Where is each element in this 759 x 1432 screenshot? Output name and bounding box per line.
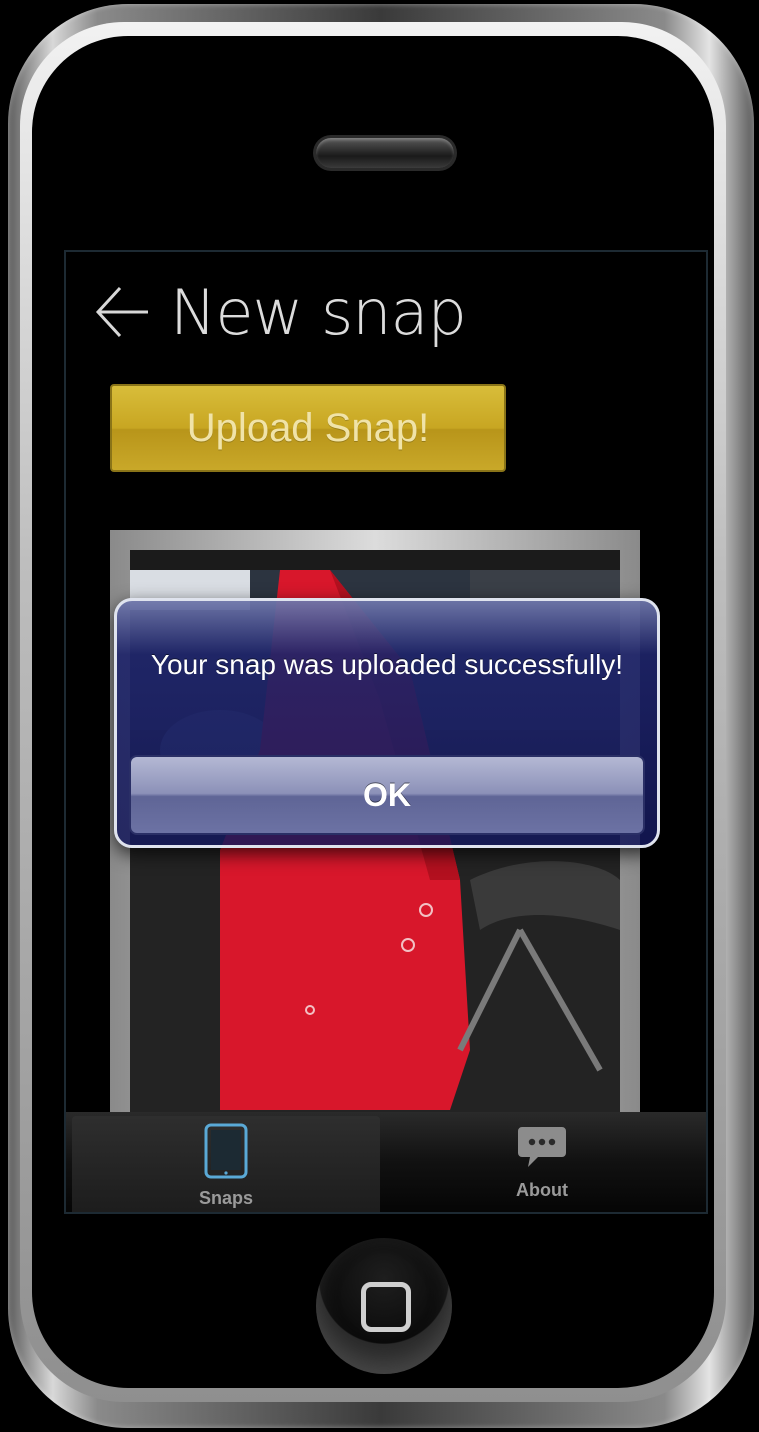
tablet-icon — [204, 1123, 248, 1184]
tab-snaps[interactable]: Snaps — [72, 1116, 380, 1212]
alert-message: Your snap was uploaded successfully! — [150, 649, 624, 680]
home-button[interactable] — [316, 1238, 452, 1374]
alert-ok-button[interactable]: OK — [129, 755, 645, 835]
speaker-grille — [316, 138, 454, 168]
tab-about-label: About — [516, 1180, 568, 1200]
home-square-icon — [361, 1282, 411, 1332]
device-stage: New snap Upload Snap! Snaps About Your s… — [0, 0, 759, 1432]
tab-snaps-label: Snaps — [198, 1188, 254, 1208]
upload-success-alert: Your snap was uploaded successfully! OK — [114, 598, 660, 848]
page-header: New snap — [90, 272, 467, 352]
tab-bar: Snaps About — [66, 1112, 706, 1212]
chat-bubble-icon — [516, 1123, 568, 1176]
page-title: New snap — [170, 275, 467, 349]
tab-about[interactable]: About — [382, 1112, 702, 1212]
upload-snap-button[interactable]: Upload Snap! — [110, 384, 506, 472]
back-arrow-icon[interactable] — [90, 280, 154, 344]
